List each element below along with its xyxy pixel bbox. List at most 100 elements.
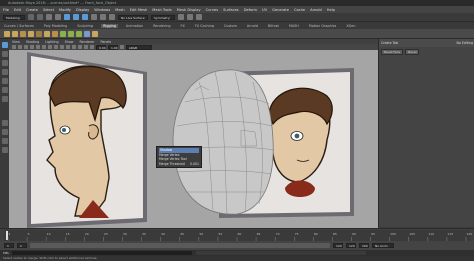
view-transform-field[interactable]: sRGB gamma <box>126 44 152 55</box>
menu-mesh-display[interactable]: Mesh Display <box>177 8 201 12</box>
shelf-tab-custom[interactable]: Custom <box>222 24 239 28</box>
snap-point-icon[interactable] <box>109 14 115 20</box>
menu-modify[interactable]: Modify <box>59 8 71 12</box>
vp-menu-panels[interactable]: Panels <box>101 40 112 44</box>
blend-shape-icon[interactable] <box>52 30 58 37</box>
redo-icon[interactable] <box>55 14 61 20</box>
lasso-tool-icon[interactable] <box>1 51 8 57</box>
shelf-tab-bifrost[interactable]: Bifrost <box>266 24 281 28</box>
menu-curves[interactable]: Curves <box>206 8 218 12</box>
ik-handle-icon[interactable] <box>12 30 18 37</box>
grid-icon[interactable] <box>30 45 34 49</box>
xray-icon[interactable] <box>84 45 88 49</box>
shelf-tab-sculpting[interactable]: Sculpting <box>75 24 95 28</box>
textured-icon[interactable] <box>66 45 70 49</box>
orient-constraint-icon[interactable] <box>68 30 74 37</box>
shelf-tab-poly[interactable]: Poly Modeling <box>42 24 69 28</box>
snap-curve-icon[interactable] <box>100 14 106 20</box>
menu-create[interactable]: Create <box>26 8 38 12</box>
parent-constraint-icon[interactable] <box>76 30 82 37</box>
menu-cache[interactable]: Cache <box>294 8 305 12</box>
menu-edit[interactable]: Edit <box>14 8 21 12</box>
outliner-layout-icon[interactable] <box>1 138 8 144</box>
wireframe-on-shaded-icon[interactable] <box>60 45 64 49</box>
menu-mesh[interactable]: Mesh <box>115 8 124 12</box>
range-start-inner-field[interactable]: 1 <box>17 243 27 248</box>
shelf-tab-fx-caching[interactable]: FX Caching <box>193 24 216 28</box>
menu-display[interactable]: Display <box>76 8 89 12</box>
menu-file[interactable]: File <box>3 8 9 12</box>
resolution-gate-icon[interactable] <box>42 45 46 49</box>
range-start-field[interactable]: 1 <box>4 243 14 248</box>
select-by-object-icon[interactable] <box>73 14 79 20</box>
gamma-field[interactable]: 1.00 <box>108 44 118 50</box>
menu-surfaces[interactable]: Surfaces <box>223 8 239 12</box>
shelf-tab-animation[interactable]: Animation <box>124 24 145 28</box>
four-view-icon[interactable] <box>1 129 8 135</box>
menu-help[interactable]: Help <box>327 8 335 12</box>
range-slider-bar[interactable] <box>30 243 330 248</box>
menu-select[interactable]: Select <box>43 8 54 12</box>
wireframe-icon[interactable] <box>48 45 52 49</box>
paint-select-icon[interactable] <box>1 60 8 66</box>
shelf-tab-fx[interactable]: FX <box>179 24 187 28</box>
shelf-tab-rigging[interactable]: Rigging <box>101 23 118 28</box>
mode-selector[interactable]: Modeling <box>3 14 25 20</box>
range-end-field[interactable]: 120 <box>346 243 356 248</box>
bevel-face-button[interactable]: Bevel Face <box>381 49 404 55</box>
isolate-icon[interactable] <box>90 45 94 49</box>
folder-icon[interactable] <box>28 14 34 20</box>
locator-icon[interactable] <box>84 30 90 37</box>
bevel-button[interactable]: Bevel <box>405 49 420 55</box>
ipr-render-icon[interactable] <box>187 14 193 20</box>
menu-deform[interactable]: Deform <box>244 8 257 12</box>
range-end-inner-field[interactable]: 120 <box>333 243 343 248</box>
render-settings-icon[interactable] <box>196 14 202 20</box>
side-image-plane[interactable] <box>27 52 147 228</box>
joint-tool-icon[interactable] <box>4 30 10 37</box>
select-by-component-icon[interactable] <box>82 14 88 20</box>
menu-arnold[interactable]: Arnold <box>310 8 322 12</box>
graph-layout-icon[interactable] <box>1 147 8 153</box>
paint-weights-icon[interactable] <box>28 30 34 37</box>
menu-generate[interactable]: Generate <box>272 8 289 12</box>
rotate-tool-icon[interactable] <box>1 78 8 84</box>
head-mesh[interactable] <box>172 69 275 215</box>
shelf-tab-mash[interactable]: MASH <box>287 24 301 28</box>
command-input[interactable] <box>12 251 193 255</box>
shelf-tab-rendering[interactable]: Rendering <box>151 24 172 28</box>
film-gate-icon[interactable] <box>36 45 40 49</box>
menu-windows[interactable]: Windows <box>94 8 110 12</box>
render-icon[interactable] <box>178 14 184 20</box>
wire-deformer-icon[interactable] <box>92 30 98 37</box>
scale-tool-icon[interactable] <box>1 87 8 93</box>
shelf-tab-xgen[interactable]: XGen <box>344 24 357 28</box>
cluster-icon[interactable] <box>36 30 42 37</box>
smooth-shade-icon[interactable] <box>54 45 58 49</box>
snap-grid-icon[interactable] <box>91 14 97 20</box>
viewport[interactable]: Shadow Merge Vertex Merge Vertex Tool Me… <box>9 50 378 228</box>
use-lights-icon[interactable] <box>72 45 76 49</box>
lattice-icon[interactable] <box>44 30 50 37</box>
tooltip-threshold-value[interactable]: 0.001 <box>190 162 199 167</box>
point-constraint-icon[interactable] <box>60 30 66 37</box>
anim-layer-field[interactable]: No Anim Layer <box>372 243 394 253</box>
exposure-field[interactable]: 0.00 <box>96 44 106 50</box>
color-management-icon[interactable] <box>120 45 124 49</box>
shelf-tab-curves[interactable]: Curves / Surfaces <box>2 24 36 28</box>
vp-menu-shading[interactable]: Shading <box>26 40 39 44</box>
vp-menu-show[interactable]: Show <box>65 40 74 44</box>
vp-menu-view[interactable]: View <box>12 40 20 44</box>
save-icon[interactable] <box>37 14 43 20</box>
undo-icon[interactable] <box>46 14 52 20</box>
move-tool-icon[interactable] <box>1 69 8 75</box>
menu-uv[interactable]: UV <box>262 8 267 12</box>
skin-bind-icon[interactable] <box>20 30 26 37</box>
viewport-canvas[interactable] <box>9 50 378 228</box>
menu-mesh-tools[interactable]: Mesh Tools <box>152 8 171 12</box>
image-plane-icon[interactable] <box>24 45 28 49</box>
time-slider[interactable]: 1 5 10 15 20 25 30 35 40 45 50 55 60 65 70 75 80 85 90 95 10… <box>0 228 474 241</box>
select-by-hierarchy-icon[interactable] <box>64 14 70 20</box>
shadows-icon[interactable] <box>78 45 82 49</box>
last-tool-icon[interactable] <box>1 96 8 102</box>
